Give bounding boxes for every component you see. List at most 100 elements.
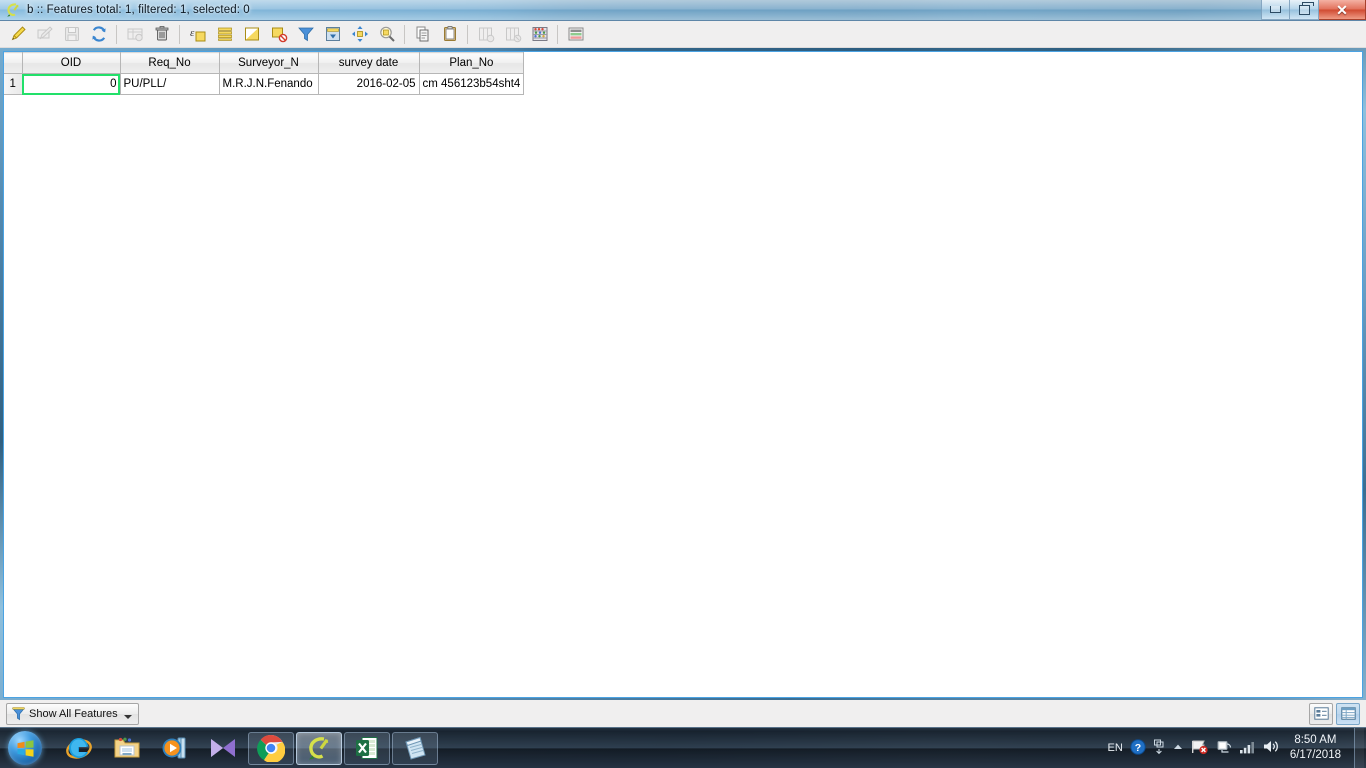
show-desktop-button[interactable]: [1354, 727, 1364, 768]
network-icon[interactable]: [1216, 739, 1232, 758]
notepad-icon: [405, 736, 426, 760]
window-controls: ✕: [1261, 0, 1366, 21]
form-view-button[interactable]: [1309, 702, 1333, 725]
taskbar-item-windows-explorer[interactable]: [104, 732, 150, 765]
add-feature-button: [121, 22, 148, 47]
window-switcher-icon[interactable]: [1153, 739, 1165, 758]
restore-button[interactable]: [1290, 0, 1319, 20]
taskbar-item-google-chrome[interactable]: [248, 731, 294, 765]
multi-edit-icon: [37, 26, 53, 40]
action-center-flag-icon[interactable]: [1191, 739, 1209, 758]
add-feature-icon: [127, 28, 143, 42]
select-all-button[interactable]: [211, 22, 238, 47]
filter-selection-icon: [297, 27, 314, 42]
toggle-editing-button[interactable]: [4, 22, 31, 47]
save-edits-icon: [64, 27, 79, 41]
taskbar-item-notepad[interactable]: [392, 731, 438, 765]
clock-time: 8:50 AM: [1294, 734, 1337, 746]
taskbar-item-microsoft-excel[interactable]: [344, 731, 390, 765]
attribute-table-toolbar: ε: [0, 21, 1366, 48]
column-header-oid[interactable]: OID: [22, 52, 121, 74]
show-all-features-button[interactable]: Show All Features: [6, 702, 139, 725]
new-field-icon: [478, 27, 494, 43]
field-calculator-icon: [532, 27, 547, 41]
window-titlebar[interactable]: b :: Features total: 1, filtered: 1, sel…: [0, 0, 1366, 21]
taskbar-clock[interactable]: 8:50 AM 6/17/2018: [1286, 733, 1347, 763]
attribute-table-statusbar: Show All Features: [0, 700, 1366, 727]
invert-selection-button[interactable]: [238, 22, 265, 47]
multi-edit-button: [31, 22, 58, 47]
separator-1: [116, 24, 117, 44]
restore-icon: [1298, 1, 1314, 15]
move-selection-to-top-button[interactable]: [319, 22, 346, 47]
close-button[interactable]: ✕: [1319, 0, 1366, 20]
table-corner-header[interactable]: [4, 52, 23, 74]
cell-oid[interactable]: 0: [22, 73, 121, 95]
table-header-row: OID Req_No Surveyor_N survey date Plan_N…: [4, 52, 525, 74]
move-selection-to-top-icon: [325, 27, 340, 41]
select-all-icon: [217, 27, 232, 41]
start-button[interactable]: [2, 729, 48, 768]
select-by-expression-icon: ε: [190, 27, 205, 42]
separator-2: [179, 24, 180, 44]
column-header-req-no[interactable]: Req_No: [120, 52, 220, 74]
zoom-to-selection-icon: [379, 26, 395, 42]
minimize-button[interactable]: [1261, 0, 1290, 20]
deselect-all-button[interactable]: [265, 22, 292, 47]
cell-survey-date[interactable]: 2016-02-05: [318, 73, 420, 95]
cell-plan-no[interactable]: cm 456123b54sht4: [419, 73, 525, 95]
select-by-expression-button[interactable]: ε: [184, 22, 211, 47]
table-view-button[interactable]: [1336, 702, 1360, 725]
deselect-all-icon: [271, 27, 287, 43]
separator-4: [467, 24, 468, 44]
column-header-surveyor-n[interactable]: Surveyor_N: [219, 52, 319, 74]
attribute-table-view[interactable]: OID Req_No Surveyor_N survey date Plan_N…: [3, 51, 1363, 698]
windows-explorer-icon: [114, 737, 140, 758]
conditional-formatting-button[interactable]: [562, 22, 589, 47]
table-view-icon: [1340, 707, 1356, 720]
close-icon: ✕: [1336, 1, 1348, 18]
windows-start-orb-icon: [8, 731, 42, 765]
delete-selected-button[interactable]: [148, 22, 175, 47]
signal-bars-icon[interactable]: [1239, 740, 1255, 757]
invert-selection-icon: [244, 27, 259, 41]
clock-date: 6/17/2018: [1289, 749, 1341, 761]
separator-3: [404, 24, 405, 44]
cell-req-no[interactable]: PU/PLL/: [120, 73, 220, 95]
column-header-plan-no[interactable]: Plan_No: [419, 52, 525, 74]
column-header-survey-date[interactable]: survey date: [318, 52, 420, 74]
row-header[interactable]: 1: [4, 73, 23, 95]
copy-rows-button[interactable]: [409, 22, 436, 47]
cell-surveyor-n[interactable]: M.R.J.N.Fenando: [219, 73, 319, 95]
reload-table-icon: [91, 26, 106, 42]
paste-features-button[interactable]: [436, 22, 463, 47]
taskbar-item-movie-maker[interactable]: [200, 732, 246, 765]
reload-table-button[interactable]: [85, 22, 112, 47]
delete-selected-icon: [155, 26, 168, 41]
volume-icon[interactable]: [1262, 739, 1279, 757]
taskbar-item-internet-explorer[interactable]: [56, 732, 102, 765]
taskbar-item-windows-media-player[interactable]: [152, 732, 198, 765]
delete-field-button: [499, 22, 526, 47]
internet-explorer-icon: [66, 738, 92, 759]
field-calculator-button[interactable]: [526, 22, 553, 47]
filter-selection-button[interactable]: [292, 22, 319, 47]
show-hidden-icons-icon[interactable]: [1172, 741, 1184, 756]
form-view-icon: [1313, 707, 1329, 720]
pan-to-selection-button[interactable]: [346, 22, 373, 47]
windows-media-player-icon: [162, 737, 186, 759]
help-question-icon[interactable]: ?: [1130, 738, 1146, 758]
new-field-button: [472, 22, 499, 47]
taskbar-item-qgis[interactable]: [296, 731, 342, 765]
attribute-table: OID Req_No Surveyor_N survey date Plan_N…: [4, 52, 525, 95]
table-row[interactable]: 1 0 PU/PLL/ M.R.J.N.Fenando 2016-02-05 c…: [4, 73, 525, 95]
windows-taskbar: EN ? 8:50 AM 6/17/2018: [0, 727, 1366, 768]
attribute-table-window: b :: Features total: 1, filtered: 1, sel…: [0, 0, 1366, 727]
zoom-to-selection-button[interactable]: [373, 22, 400, 47]
svg-text:ε: ε: [190, 27, 195, 39]
delete-field-icon: [505, 27, 521, 43]
language-indicator[interactable]: EN: [1108, 742, 1123, 754]
conditional-formatting-icon: [568, 27, 583, 41]
pan-to-selection-icon: [351, 26, 368, 42]
qgis-icon: [5, 2, 21, 18]
